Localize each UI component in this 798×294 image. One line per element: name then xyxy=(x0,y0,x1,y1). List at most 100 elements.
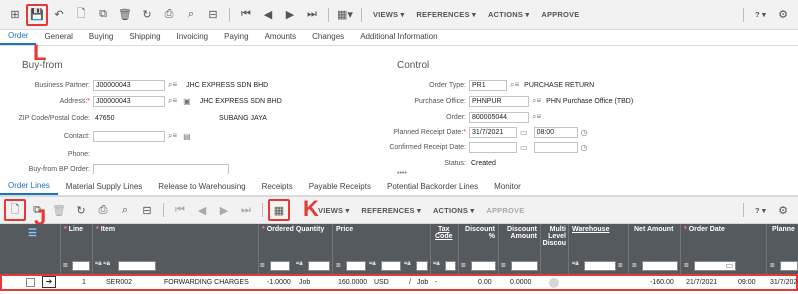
cell-quantity-unit[interactable]: Job xyxy=(299,279,310,286)
column-header-planned[interactable]: Planne xyxy=(772,226,795,233)
cell-price-unit[interactable]: Job xyxy=(417,279,428,286)
cell-net-amount[interactable]: -160.00 xyxy=(650,279,674,286)
filter-currency[interactable] xyxy=(381,261,401,271)
cell-order-time[interactable]: 09:00 xyxy=(738,279,756,286)
filter-operator[interactable]: = xyxy=(684,261,689,270)
contact-field[interactable] xyxy=(93,130,165,142)
table-row[interactable]: ➔ 1 SER002 FORWARDING CHARGES -1.0000 Jo… xyxy=(0,274,798,291)
filter-order-date[interactable]: ▭ xyxy=(694,261,736,271)
tab-changes[interactable]: Changes xyxy=(304,30,352,45)
tab-release-to-warehousing[interactable]: Release to Warehousing xyxy=(150,180,253,195)
help-menu[interactable]: ? ▾ xyxy=(755,10,766,19)
bookmark-icon[interactable]: ⊟ xyxy=(136,199,158,221)
row-details-icon[interactable]: ➔ xyxy=(42,276,56,288)
cell-planned-date[interactable]: 31/7/202 xyxy=(770,279,797,286)
grid-view-icon[interactable]: ⊞ xyxy=(4,4,26,26)
refresh-icon[interactable]: ↻ xyxy=(70,199,92,221)
refresh-icon[interactable]: ↻ xyxy=(136,4,158,26)
filter-operator[interactable]: = xyxy=(501,261,506,270)
duplicate-icon[interactable]: ⧉ xyxy=(92,4,114,26)
approve-menu[interactable]: APPROVE xyxy=(541,10,579,19)
filter-operator[interactable]: = xyxy=(461,261,466,270)
column-header-multi-level-discount[interactable]: Multi Level Discou xyxy=(542,226,566,247)
planned-receipt-time-field[interactable]: 08:00 xyxy=(533,126,578,138)
print-icon[interactable]: ⎙ xyxy=(158,4,180,26)
tab-paying[interactable]: Paying xyxy=(216,30,256,45)
filter-unit[interactable] xyxy=(308,261,330,271)
first-record-icon[interactable]: ⏮ xyxy=(235,4,257,26)
filter-operator[interactable]: = xyxy=(632,261,637,270)
clock-icon[interactable]: ◷ xyxy=(581,143,588,152)
print-icon[interactable]: ⎙ xyxy=(92,199,114,221)
filter-operator[interactable]: ≈a xyxy=(404,261,411,267)
cell-discount-amount[interactable]: 0.0000 xyxy=(510,279,531,286)
column-header-warehouse[interactable]: Warehouse xyxy=(572,226,609,233)
search-icon[interactable]: ⌕ xyxy=(180,4,202,26)
filter-operator[interactable]: ≈a xyxy=(369,261,376,267)
actions-menu[interactable]: ACTIONS ▾ xyxy=(433,206,474,215)
views-menu[interactable]: VIEWS ▾ xyxy=(373,10,404,19)
tab-shipping[interactable]: Shipping xyxy=(121,30,168,45)
previous-record-icon[interactable]: ◀ xyxy=(257,4,279,26)
column-header-ordered-quantity[interactable]: * Ordered Quantity xyxy=(262,226,324,233)
filter-operator[interactable]: ≈a ≈a xyxy=(95,261,110,267)
filter-quantity[interactable] xyxy=(270,261,290,271)
column-header-net-amount[interactable]: Net Amount xyxy=(634,226,673,233)
last-record-icon[interactable]: ⏭ xyxy=(301,4,323,26)
cell-currency[interactable]: USD xyxy=(374,279,389,286)
filter-operator[interactable]: = xyxy=(63,261,68,270)
tab-potential-backorder-lines[interactable]: Potential Backorder Lines xyxy=(379,180,486,195)
calendar-icon[interactable]: ▭ xyxy=(520,143,528,152)
order-field[interactable]: 800005044 xyxy=(469,111,529,123)
tab-material-supply-lines[interactable]: Material Supply Lines xyxy=(58,180,150,195)
filter-line[interactable] xyxy=(72,261,90,271)
column-header-price[interactable]: Price xyxy=(336,226,353,233)
lookup-icon[interactable]: ⌕≡ xyxy=(168,96,177,106)
delete-icon[interactable]: 🗑 xyxy=(114,4,136,26)
save-icon[interactable]: 💾 xyxy=(26,3,48,26)
tab-payable-receipts[interactable]: Payable Receipts xyxy=(301,180,379,195)
new-record-icon[interactable]: 🗋 xyxy=(70,4,92,26)
help-menu[interactable]: ? ▾ xyxy=(755,206,766,215)
cell-quantity[interactable]: -1.0000 xyxy=(267,279,291,286)
clock-icon[interactable]: ◷ xyxy=(581,128,588,137)
cell-discount-percent[interactable]: 0.00 xyxy=(478,279,492,286)
tab-additional-information[interactable]: Additional Information xyxy=(352,30,445,45)
cell-description[interactable]: FORWARDING CHARGES xyxy=(164,279,249,286)
business-partner-field[interactable]: J00000043 xyxy=(93,79,165,91)
filter-discount-amount[interactable] xyxy=(511,261,538,271)
column-header-line[interactable]: * Line xyxy=(64,226,83,233)
lookup-icon[interactable]: ⌕≡ xyxy=(168,131,177,141)
last-record-icon[interactable]: ⏭ xyxy=(235,199,257,221)
approve-menu[interactable]: APPROVE xyxy=(486,206,524,215)
lookup-icon[interactable]: ⌕≡ xyxy=(510,80,519,90)
filter-operator[interactable]: = xyxy=(260,261,265,270)
bookmark-icon[interactable]: ⊟ xyxy=(202,4,224,26)
order-type-field[interactable]: PR1 xyxy=(469,79,507,91)
select-all-icon[interactable]: ☰ xyxy=(28,228,37,239)
contact-card-icon[interactable]: ▤ xyxy=(183,132,191,141)
filter-tax-code[interactable] xyxy=(445,261,456,271)
delete-line-icon[interactable]: 🗑 xyxy=(48,199,70,221)
filter-item[interactable] xyxy=(118,261,156,271)
search-icon[interactable]: ⌕ xyxy=(114,199,136,221)
column-header-discount-percent[interactable]: Discount% xyxy=(461,226,495,240)
column-header-item[interactable]: * Item xyxy=(96,226,115,233)
cell-tax-code[interactable]: - xyxy=(435,279,437,286)
column-header-discount-amount[interactable]: Discount Amount xyxy=(501,226,537,240)
planned-receipt-date-field[interactable]: 31/7/2021 xyxy=(469,126,517,138)
cell-order-date[interactable]: 21/7/2021 xyxy=(686,279,717,286)
filter-operator[interactable]: = xyxy=(770,261,775,270)
references-menu[interactable]: REFERENCES ▾ xyxy=(416,10,476,19)
column-header-tax-code[interactable]: Tax Code xyxy=(435,226,453,240)
cell-price[interactable]: 160.0000 xyxy=(338,279,367,286)
address-book-icon[interactable]: ▣ xyxy=(183,97,191,106)
confirmed-receipt-time-field[interactable] xyxy=(533,141,578,153)
undo-icon[interactable]: ↶ xyxy=(48,4,70,26)
filter-net-amount[interactable] xyxy=(642,261,678,271)
references-menu[interactable]: REFERENCES ▾ xyxy=(361,206,421,215)
calendar-icon[interactable]: ▭ xyxy=(520,128,528,137)
tab-amounts[interactable]: Amounts xyxy=(257,30,305,45)
calendar-menu-icon[interactable]: ▦ xyxy=(268,199,290,221)
filter-discount-percent[interactable] xyxy=(471,261,496,271)
